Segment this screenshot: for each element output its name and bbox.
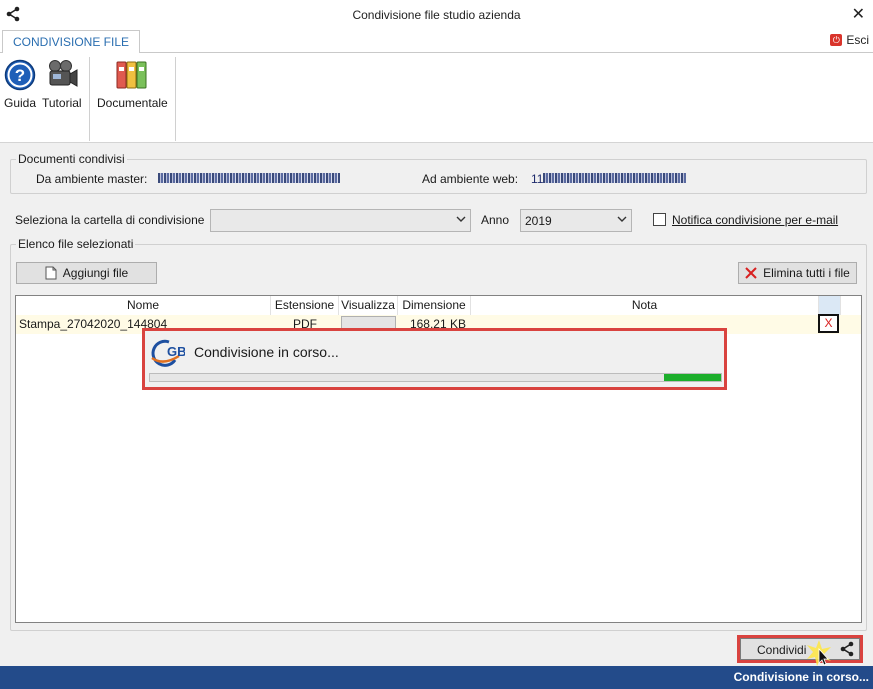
add-file-button[interactable]: Aggiungi file — [16, 262, 157, 284]
svg-text:?: ? — [15, 66, 25, 85]
folder-label: Seleziona la cartella di condivisione — [15, 213, 205, 227]
exit-label: Esci — [846, 33, 869, 47]
document-icon — [45, 266, 57, 280]
progress-bar — [149, 373, 722, 382]
status-bar: Condivisione in corso... — [0, 666, 873, 689]
gb-logo-text: GB — [167, 344, 185, 359]
ribbon-separator — [175, 57, 176, 141]
web-value-redacted — [543, 173, 686, 183]
video-camera-icon — [48, 60, 78, 87]
files-legend: Elenco file selezionati — [16, 237, 136, 251]
title-bar: Condivisione file studio azienda ✕ — [0, 0, 873, 30]
ribbon: ? Guida Tutorial Documentale — [0, 53, 873, 143]
guida-button[interactable]: ? Guida — [4, 59, 36, 110]
click-burst-icon — [807, 640, 831, 666]
share-button-highlight: Condividi — [737, 635, 863, 663]
folder-select[interactable] — [210, 209, 471, 232]
web-label: Ad ambiente web: — [422, 172, 519, 186]
guida-label: Guida — [4, 96, 37, 110]
web-value-prefix: 11 — [531, 172, 544, 186]
documentale-label: Documentale — [97, 96, 168, 110]
tutorial-label: Tutorial — [42, 96, 82, 110]
close-icon[interactable]: ✕ — [852, 4, 865, 24]
chevron-down-icon — [617, 216, 627, 222]
ribbon-separator — [89, 57, 90, 141]
share-button-label: Condividi — [757, 643, 807, 657]
share-icon — [840, 641, 854, 657]
delete-x-icon — [745, 267, 757, 279]
shared-docs-legend: Documenti condivisi — [16, 152, 127, 166]
progress-message: Condivisione in corso... — [194, 344, 339, 360]
year-value: 2019 — [525, 214, 552, 228]
chevron-down-icon — [456, 216, 466, 222]
master-value-redacted — [158, 173, 340, 183]
column-header-delete — [819, 296, 841, 315]
year-select[interactable]: 2019 — [520, 209, 632, 232]
share-button[interactable]: Condividi — [740, 638, 860, 660]
delete-row-button[interactable]: X — [818, 314, 839, 333]
tab-row: CONDIVISIONE FILE ⏻ Esci — [0, 30, 873, 54]
master-label: Da ambiente master: — [36, 172, 148, 186]
progress-fill — [663, 374, 721, 381]
documentale-button[interactable]: Documentale — [97, 59, 168, 110]
column-header-nota[interactable]: Nota — [471, 296, 819, 315]
notify-label[interactable]: Notifica condivisione per e-mail — [672, 213, 838, 227]
delete-all-button[interactable]: Elimina tutti i file — [738, 262, 857, 284]
notify-checkbox[interactable] — [653, 213, 666, 226]
power-icon: ⏻ — [830, 34, 843, 46]
delete-all-label: Elimina tutti i file — [763, 266, 850, 280]
column-header-dimensione[interactable]: Dimensione — [398, 296, 471, 315]
status-text: Condivisione in corso... — [733, 670, 869, 684]
add-file-label: Aggiungi file — [62, 266, 129, 280]
year-label: Anno — [481, 213, 510, 227]
column-header-nome[interactable]: Nome — [16, 296, 271, 315]
help-icon: ? — [4, 59, 36, 91]
column-header-visualizza[interactable]: Visualizza — [339, 296, 398, 315]
tab-condivisione-file[interactable]: CONDIVISIONE FILE — [2, 30, 141, 54]
window-title: Condivisione file studio azienda — [352, 8, 521, 22]
exit-button[interactable]: ⏻ Esci — [830, 33, 869, 47]
tutorial-button[interactable]: Tutorial — [42, 59, 82, 110]
gb-logo-icon: GB — [151, 339, 185, 367]
binders-icon — [116, 61, 147, 89]
progress-dialog: GB Condivisione in corso... — [142, 328, 727, 390]
column-header-estensione[interactable]: Estensione — [271, 296, 339, 315]
